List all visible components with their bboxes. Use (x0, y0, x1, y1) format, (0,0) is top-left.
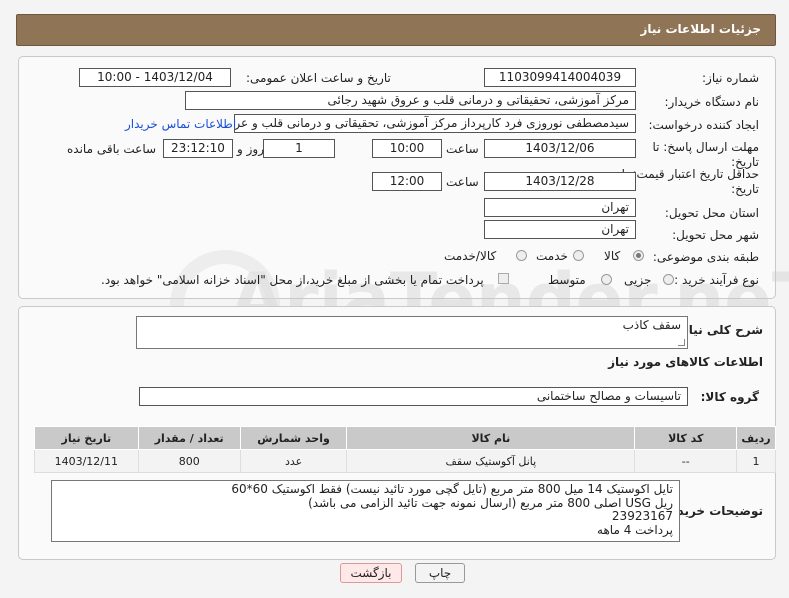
back-button[interactable]: بازگشت (340, 563, 402, 583)
validity-time-label: ساعت (446, 175, 479, 189)
category-goods-service-radio[interactable] (516, 250, 527, 261)
reply-time-label: ساعت (446, 142, 479, 156)
category-goods-radio[interactable] (633, 250, 644, 261)
buyer-org-label: نام دستگاه خریدار: (664, 95, 760, 109)
purchase-medium-radio[interactable] (601, 274, 612, 285)
city-field: تهران (484, 220, 636, 239)
col-qty-header: تعداد / مقدار (137, 426, 241, 450)
row-number-cell: 1 (736, 449, 776, 473)
print-button[interactable]: چاپ (415, 563, 465, 583)
reply-date-field: 1403/12/06 (484, 139, 636, 158)
purchase-minor-label: جزیی (624, 273, 652, 287)
summary-label: شرح کلی نیاز: (677, 323, 763, 337)
announce-datetime-label: تاریخ و ساعت اعلان عمومی: (246, 71, 391, 85)
quantity-cell: 800 (137, 449, 241, 473)
unit-cell: عدد (239, 449, 348, 473)
creator-field: سیدمصطفی نوروزی فرد کارپرداز مرکز آموزشی… (234, 114, 636, 133)
summary-text: سقف کاذب (622, 318, 681, 332)
purchase-minor-radio[interactable] (663, 274, 674, 285)
city-label: شهر محل تحویل: (672, 228, 759, 242)
purchase-medium-label: متوسط (548, 273, 586, 287)
items-table: ردیف کد کالا نام کالا واحد شمارش تعداد /… (34, 426, 776, 473)
reply-deadline-label: مهلت ارسال پاسخ: تا تاریخ: (652, 140, 759, 169)
need-date-cell: 1403/12/11 (34, 449, 139, 473)
province-field: تهران (484, 198, 636, 217)
province-label: استان محل تحویل: (664, 206, 759, 220)
buyer-note-line: ریل USG اصلی 800 متر مربع (ارسال نمونه ج… (308, 495, 673, 510)
col-name-header: نام کالا (346, 426, 636, 450)
goods-name-cell: پانل آکوستیک سقف (346, 449, 636, 473)
table-row: 1 -- پانل آکوستیک سقف عدد 800 1403/12/11 (34, 449, 776, 473)
validity-date-field: 1403/12/28 (484, 172, 636, 191)
remaining-days-field: 1 (263, 139, 335, 158)
need-number-field: 1103099414004039 (484, 68, 636, 87)
col-date-header: تاریخ نیاز (34, 426, 139, 450)
validity-time-field: 12:00 (372, 172, 442, 191)
remaining-time-field: 23:12:10 (163, 139, 233, 158)
page-title: جزئیات اطلاعات نیاز (640, 22, 761, 36)
buyer-note-line: پرداخت 4 ماهه (597, 522, 673, 537)
col-code-header: کد کالا (634, 426, 738, 450)
category-goods-label: کالا (604, 249, 621, 263)
goods-group-label: گروه کالا: (700, 390, 759, 404)
goods-code-cell: -- (634, 449, 738, 473)
buyer-notes-textarea[interactable]: تایل اکوستیک 14 میل 800 متر مربع (تایل گ… (51, 480, 680, 542)
category-service-radio[interactable] (573, 250, 584, 261)
goods-group-field: تاسیسات و مصالح ساختمانی (139, 387, 688, 406)
category-label: طبقه بندی موضوعی: (652, 250, 759, 264)
days-label: روز و (237, 142, 264, 156)
col-row-header: ردیف (736, 426, 776, 450)
purchase-type-label: نوع فرآیند خرید : (674, 273, 759, 287)
buyer-note-line: تایل اکوستیک 14 میل 800 متر مربع (تایل گ… (231, 482, 673, 496)
treasury-payment-checkbox[interactable] (498, 273, 509, 284)
buyer-note-line: 23923167 (611, 509, 673, 523)
buyer-contact-link[interactable]: اطلاعات تماس خریدار (125, 117, 236, 131)
category-goods-service-label: کالا/خدمت (444, 249, 497, 263)
treasury-payment-note: پرداخت تمام یا بخشی از مبلغ خرید،از محل … (101, 273, 484, 287)
page-header: جزئیات اطلاعات نیاز (16, 14, 776, 46)
need-number-label: شماره نیاز: (702, 71, 759, 85)
category-service-label: خدمت (536, 249, 568, 263)
col-unit-header: واحد شمارش (239, 426, 348, 450)
reply-time-field: 10:00 (372, 139, 442, 158)
remaining-time-label: ساعت باقی مانده (67, 142, 157, 156)
goods-info-title: اطلاعات کالاهای مورد نیاز (608, 355, 763, 369)
announce-datetime-field: 1403/12/04 - 10:00 (79, 68, 231, 87)
buyer-org-field: مرکز آموزشی، تحقیقاتی و درمانی قلب و عرو… (185, 91, 636, 110)
creator-label: ایجاد کننده درخواست: (648, 118, 759, 132)
resize-handle-icon (678, 339, 685, 346)
items-table-header: ردیف کد کالا نام کالا واحد شمارش تعداد /… (34, 426, 776, 450)
summary-textarea[interactable]: سقف کاذب (136, 316, 688, 349)
